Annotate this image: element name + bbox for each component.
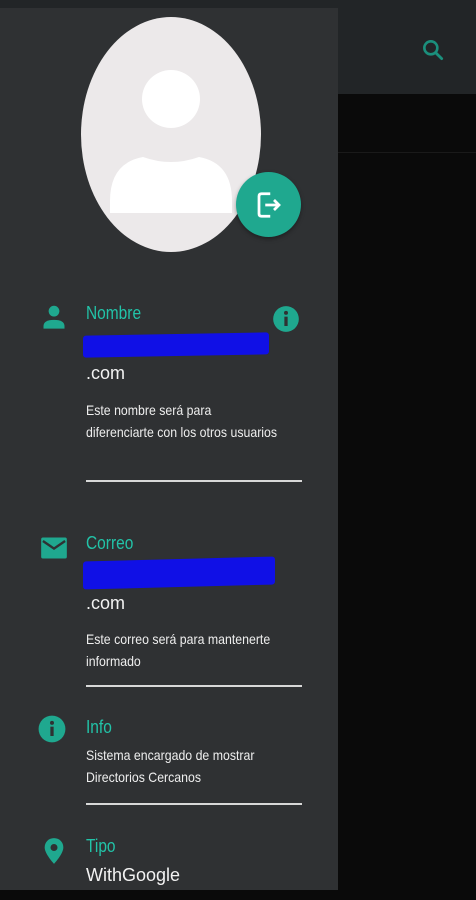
logout-button[interactable] bbox=[236, 172, 301, 237]
divider bbox=[86, 803, 302, 805]
search-icon[interactable] bbox=[420, 37, 446, 63]
person-icon bbox=[110, 70, 232, 213]
info-icon[interactable] bbox=[272, 305, 300, 333]
nombre-description: Este nombre será para diferenciarte con … bbox=[86, 402, 278, 440]
info-label: Info bbox=[86, 717, 112, 737]
divider bbox=[86, 685, 302, 687]
redacted-name bbox=[83, 332, 269, 358]
correo-description: Este correo será para mantenerte informa… bbox=[86, 631, 271, 669]
avatar[interactable] bbox=[81, 17, 261, 252]
info-description: Sistema encargado de mostrar Directorios… bbox=[86, 747, 255, 785]
info-icon bbox=[38, 715, 66, 743]
divider bbox=[338, 152, 476, 153]
nombre-label: Nombre bbox=[86, 303, 142, 323]
mail-icon bbox=[41, 537, 67, 559]
divider bbox=[86, 480, 302, 482]
logout-icon bbox=[257, 191, 281, 218]
redacted-email bbox=[83, 556, 275, 590]
tipo-label: Tipo bbox=[86, 836, 116, 856]
nombre-value: .com bbox=[86, 363, 126, 383]
location-pin-icon bbox=[44, 838, 64, 864]
navigation-drawer: Nombre .com Este nombre será para difere… bbox=[0, 8, 338, 890]
person-icon bbox=[43, 305, 65, 329]
correo-value: .com bbox=[86, 593, 126, 613]
correo-label: Correo bbox=[86, 533, 134, 553]
tipo-value: WithGoogle bbox=[86, 865, 181, 885]
